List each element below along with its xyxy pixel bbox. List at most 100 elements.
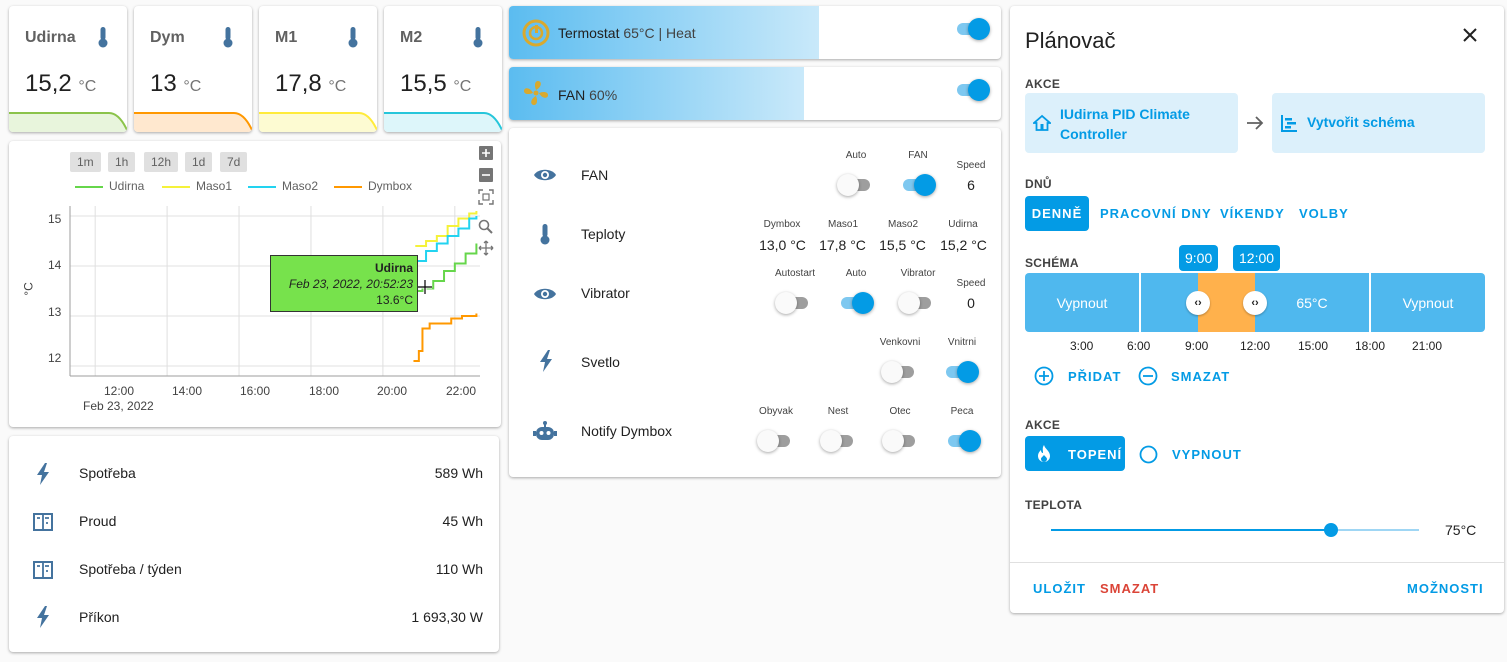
fan-auto-toggle[interactable]: [837, 174, 873, 196]
energy-list: Spotřeba 589 Wh Proud 45 Wh Spotřeba / t…: [9, 436, 483, 652]
off-button[interactable]: VYPNOUT: [1172, 447, 1242, 462]
label-inside: Vnitrni: [947, 337, 977, 348]
temp-label-dymbox: Dymbox: [763, 219, 801, 230]
close-icon[interactable]: [1462, 27, 1478, 43]
tooltip-title: Udirna: [374, 261, 413, 275]
temp-label-maso2: Maso2: [887, 219, 918, 230]
notify-label: Peca: [950, 406, 974, 417]
options-button[interactable]: MOŽNOSTI: [1407, 581, 1484, 596]
temp-section-label: TEPLOTA: [1025, 498, 1083, 512]
time-tick: 9:00: [1185, 339, 1209, 353]
remove-circle-icon[interactable]: [1138, 366, 1158, 386]
light-outside-toggle[interactable]: [881, 361, 917, 383]
series-line-dymbox[interactable]: [413, 313, 478, 362]
days-custom-button[interactable]: VOLBY: [1299, 206, 1349, 221]
fan-tile[interactable]: FAN 60%: [509, 67, 1001, 120]
notify-nest-toggle[interactable]: [820, 430, 856, 452]
energy-value: 1 693,30 W: [411, 609, 483, 625]
action-section-label: AKCE: [1025, 77, 1061, 91]
vibrator-autostart-toggle[interactable]: [775, 292, 811, 314]
heat-button[interactable]: TOPENÍ: [1025, 436, 1125, 471]
time-bubble-end: 12:00: [1233, 245, 1281, 271]
schema-slot-off[interactable]: Vypnout: [1371, 273, 1485, 332]
drag-handle-icon[interactable]: ‹›: [1186, 291, 1210, 315]
temp-label-udirna: Udirna: [948, 219, 978, 230]
time-tick: 12:00: [1240, 339, 1271, 353]
temp-value-maso2: 15,5 °C: [879, 237, 926, 253]
add-slot-button[interactable]: PŘIDAT: [1068, 369, 1121, 384]
meter-icon: [33, 561, 53, 579]
flash-icon: [37, 606, 49, 628]
home-icon: [1033, 114, 1051, 131]
tile-title: Termostat 65°C | Heat: [558, 25, 696, 41]
chart-tooltip: Udirna Feb 23, 2022, 20:52:23 13.6°C: [270, 255, 418, 312]
action2-section-label: AKCE: [1025, 418, 1061, 432]
eye-icon: [534, 288, 556, 300]
label-auto: Auto: [845, 150, 867, 161]
time-tick: 21:00: [1412, 339, 1443, 353]
temp-slider-track[interactable]: [1051, 523, 1419, 537]
thermostat-toggle[interactable]: [954, 18, 990, 40]
schema-slot-off[interactable]: Vypnout: [1025, 273, 1139, 332]
drag-handle-icon[interactable]: ‹›: [1243, 291, 1267, 315]
days-weekend-button[interactable]: VÍKENDY: [1220, 206, 1285, 221]
create-schema-button[interactable]: Vytvořit schéma: [1272, 93, 1485, 153]
delete-button[interactable]: SMAZAT: [1100, 581, 1159, 596]
temp-value: 75°C: [1445, 522, 1477, 538]
entity-select-button[interactable]: IUdirna PID Climate Controller: [1025, 93, 1238, 153]
temp-value-dymbox: 13,0 °C: [759, 237, 806, 253]
days-workdays-button[interactable]: PRACOVNÍ DNY: [1100, 206, 1212, 221]
dialog-title: Plánovač: [1025, 28, 1116, 53]
vibrator-auto-toggle[interactable]: [838, 292, 874, 314]
save-button[interactable]: ULOŽIT: [1033, 581, 1086, 596]
flash-icon: [37, 463, 49, 485]
entity-name-vibrator: Vibrator: [581, 285, 630, 301]
move-cursor-icon: [418, 280, 432, 294]
schema-slot-heat[interactable]: 65°C: [1255, 273, 1369, 332]
label-speed: Speed: [956, 278, 986, 289]
schema-section-label: SCHÉMA: [1025, 256, 1079, 270]
days-section-label: DNŮ: [1025, 177, 1052, 191]
vibrator-speed-value: 0: [967, 295, 975, 311]
notify-otec-toggle[interactable]: [882, 430, 918, 452]
energy-label: Příkon: [79, 609, 120, 625]
notify-obyvak-toggle[interactable]: [757, 430, 793, 452]
days-daily-button[interactable]: DENNĚ: [1025, 196, 1089, 231]
label-outside: Venkovni: [879, 337, 921, 348]
circle-outline-icon[interactable]: [1139, 445, 1158, 464]
time-bubble-start: 9:00: [1179, 245, 1219, 271]
label-vibrator: Vibrator: [900, 268, 936, 279]
create-schema-label: Vytvořit schéma: [1307, 114, 1415, 130]
remove-slot-button[interactable]: SMAZAT: [1171, 369, 1230, 384]
thermostat-tile[interactable]: Termostat 65°C | Heat: [509, 6, 1001, 59]
tile-fill: [509, 67, 804, 120]
vibrator-on-toggle[interactable]: [898, 292, 934, 314]
dialog-divider: [1010, 562, 1504, 563]
notify-peca-toggle[interactable]: [945, 430, 981, 452]
light-inside-toggle[interactable]: [943, 361, 979, 383]
energy-value: 45 Wh: [442, 513, 483, 529]
notify-label: Obyvak: [759, 406, 793, 417]
fan-icon: [524, 81, 548, 105]
heat-label: TOPENÍ: [1068, 447, 1123, 462]
energy-value: 589 Wh: [434, 465, 483, 481]
fan-on-toggle[interactable]: [900, 174, 936, 196]
entity-name-light: Svetlo: [581, 354, 620, 370]
entity-name-notify: Notify Dymbox: [581, 423, 673, 439]
meter-icon: [33, 513, 53, 531]
temp-value-udirna: 15,2 °C: [940, 237, 987, 253]
energy-label: Proud: [79, 513, 117, 529]
temp-slider-knob[interactable]: [1323, 523, 1338, 537]
label-speed: Speed: [956, 160, 986, 171]
controller-name: IUdirna PID Climate Controller: [1060, 106, 1190, 142]
timeline-icon: [1281, 115, 1297, 132]
eye-icon: [534, 169, 556, 181]
plot-area[interactable]: [0, 0, 505, 430]
fan-toggle[interactable]: [954, 79, 990, 101]
label-fan: FAN: [908, 150, 928, 161]
entity-name-fan: FAN: [581, 167, 609, 183]
notify-label: Nest: [827, 406, 849, 417]
add-circle-icon[interactable]: [1034, 366, 1054, 386]
flash-icon: [540, 350, 552, 372]
energy-label: Spotřeba / týden: [79, 561, 182, 577]
